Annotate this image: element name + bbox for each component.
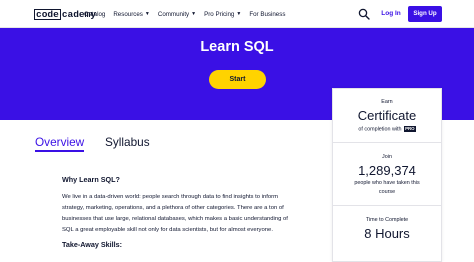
- nav-links: Catalog Resources ▼ Community ▼ Pro Pric…: [84, 0, 293, 28]
- nav-link-catalog[interactable]: Catalog: [84, 11, 105, 18]
- time-label: Time to Complete: [365, 217, 409, 223]
- chevron-down-icon: ▼: [191, 11, 197, 17]
- nav-link-for-business[interactable]: For Business: [249, 11, 285, 18]
- join-label: Join: [382, 154, 392, 160]
- taken-text-line2: course: [378, 189, 396, 195]
- pro-badge: PRO: [404, 126, 416, 132]
- top-nav: code cademy Catalog Resources ▼ Communit…: [0, 0, 474, 28]
- page-title: Learn SQL: [200, 39, 274, 55]
- nav-link-label: Pro Pricing: [204, 10, 235, 18]
- login-link[interactable]: Log In: [380, 8, 402, 20]
- description-line: SQL a great employable skill not only fo…: [62, 227, 273, 233]
- certificate-heading: Certificate: [357, 108, 417, 123]
- nav-link-label: Resources: [113, 10, 143, 18]
- nav-link-pro-pricing[interactable]: Pro Pricing ▼: [204, 11, 241, 18]
- tab-syllabus[interactable]: Syllabus: [105, 135, 150, 149]
- search-icon[interactable]: [358, 8, 370, 20]
- course-info-card: Earn Certificate of completion with PRO …: [332, 88, 442, 262]
- description-line: strategy, marketing, operations, and a p…: [62, 205, 284, 211]
- nav-link-community[interactable]: Community ▼: [158, 11, 196, 18]
- time-value: 8 Hours: [364, 226, 410, 241]
- chevron-down-icon: ▼: [144, 11, 150, 17]
- tab-overview[interactable]: Overview: [35, 135, 85, 152]
- taken-text-line1: people who have taken this: [354, 180, 420, 186]
- description-line: We live in a data-driven world: people s…: [62, 194, 279, 200]
- section-heading-why: Why Learn SQL?: [62, 175, 120, 184]
- logo-code-box: code: [34, 8, 61, 20]
- card-divider: [333, 205, 441, 206]
- nav-link-label: Catalog: [84, 10, 106, 18]
- nav-link-resources[interactable]: Resources ▼: [113, 11, 150, 18]
- learner-count: 1,289,374: [358, 163, 416, 178]
- nav-link-label: For Business: [249, 10, 286, 18]
- description-line: businesses that use large, relational da…: [62, 216, 288, 222]
- completion-text: of completion with PRO: [333, 126, 441, 132]
- card-divider: [333, 142, 441, 143]
- start-button[interactable]: Start: [209, 70, 266, 89]
- section-heading-takeaway: Take-Away Skills:: [62, 240, 123, 249]
- completion-label: of completion with: [358, 126, 402, 133]
- why-description: We live in a data-driven world: people s…: [62, 192, 304, 236]
- earn-label: Earn: [381, 99, 393, 105]
- nav-link-label: Community: [157, 10, 190, 18]
- signup-button[interactable]: Sign Up: [408, 6, 442, 22]
- chevron-down-icon: ▼: [236, 11, 242, 17]
